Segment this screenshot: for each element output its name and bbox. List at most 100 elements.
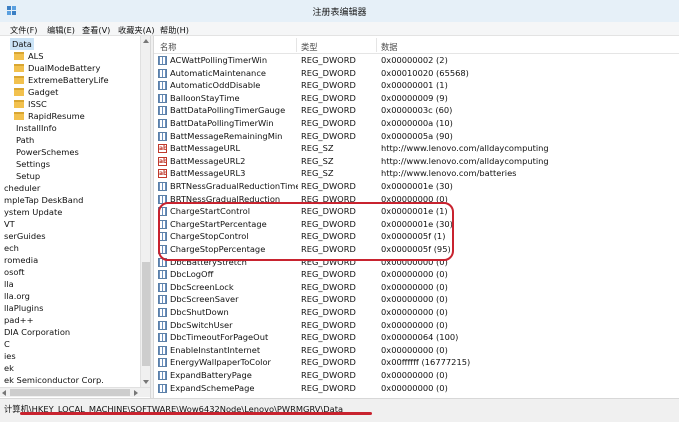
value-row[interactable]: ab BattMessageURL2 REG_SZ http://www.lenovo… (154, 155, 679, 168)
value-row[interactable]: DbcScreenLock REG_DWORD 0x00000000 (0) (154, 281, 679, 294)
tree-item-label: llaPlugins (4, 303, 44, 313)
value-type: REG_DWORD (301, 382, 356, 393)
value-row[interactable]: DbcLogOff REG_DWORD 0x00000000 (0) (154, 268, 679, 281)
scrollbar-thumb[interactable] (10, 389, 130, 396)
value-name: ChargeStopControl (170, 231, 249, 242)
scroll-up-arrow-icon[interactable] (143, 39, 149, 43)
tree-item-label: VT (4, 219, 15, 229)
value-name: BattMessageURL (170, 143, 241, 154)
tree-item-label: ies (4, 351, 16, 361)
scroll-left-arrow-icon[interactable] (2, 390, 6, 396)
scroll-right-arrow-icon[interactable] (134, 390, 138, 396)
value-data: http://www.lenovo.com/alldaycomputing (381, 143, 549, 154)
value-type: REG_DWORD (301, 206, 356, 217)
value-type: REG_DWORD (301, 307, 356, 317)
list-header: 名称 类型 数据 (154, 36, 679, 54)
value-name: ExpandSchemePage (170, 382, 255, 393)
column-header-name[interactable]: 名称 (160, 41, 177, 53)
value-row[interactable]: BattDataPollingTimerGauge REG_DWORD 0x0000… (154, 104, 679, 117)
value-name: AutomaticOddDisable (170, 80, 261, 91)
value-list[interactable]: 名称 类型 数据 ACWattPollingTimerWin REG_DWORD 0… (154, 36, 679, 398)
scrollbar-thumb[interactable] (142, 262, 150, 366)
tree-item-label: ek Semiconductor Corp. (4, 375, 104, 385)
binary-value-icon (158, 119, 167, 128)
value-row[interactable]: DbcSwitchUser REG_DWORD 0x00000000 (0) (154, 319, 679, 332)
value-row[interactable]: EnableInstantInternet REG_DWORD 0x00000000… (154, 344, 679, 357)
status-bar: 计算机\HKEY_LOCAL_MACHINE\SOFTWARE\Wow6432N… (0, 398, 679, 422)
value-row[interactable]: ExpandSchemePage REG_DWORD 0x00000000 (0) (154, 382, 679, 395)
value-type: REG_DWORD (301, 370, 356, 380)
value-data: 0x00010020 (65568) (381, 67, 469, 78)
value-row[interactable]: DbcShutDown REG_DWORD 0x00000000 (0) (154, 306, 679, 319)
value-type: REG_SZ (301, 168, 334, 179)
column-header-data[interactable]: 数据 (381, 41, 398, 53)
binary-value-icon (158, 383, 167, 393)
value-type: REG_DWORD (301, 344, 356, 355)
menu-favorites[interactable]: 收藏夹(A) (118, 24, 155, 36)
value-row[interactable]: ChargeStopControl REG_DWORD 0x0000005f (1) (154, 230, 679, 243)
binary-value-icon (158, 282, 167, 292)
tree-item-label: Settings (16, 159, 51, 169)
window-title: 注册表编辑器 (312, 8, 367, 18)
value-row[interactable]: ChargeStartPercentage REG_DWORD 0x0000001e… (154, 218, 679, 231)
folder-icon (14, 64, 24, 72)
value-data: 0x0000005f (1) (381, 231, 446, 242)
menu-help[interactable]: 帮助(H) (160, 24, 189, 36)
menu-file[interactable]: 文件(F) (10, 24, 37, 36)
value-row[interactable]: DbcBatteryStretch REG_DWORD 0x00000000 (0) (154, 256, 679, 269)
value-row[interactable]: ExpandBatteryPage REG_DWORD 0x00000000 (0) (154, 369, 679, 382)
folder-icon (14, 76, 24, 84)
value-name: DbcScreenSaver (170, 294, 239, 305)
registry-key-tree[interactable]: Data ALS DualModeBattery ExtremeBatteryL… (0, 36, 150, 398)
binary-value-icon (158, 194, 167, 204)
tree-vertical-scrollbar[interactable] (140, 36, 150, 388)
annotation-underline (20, 412, 372, 415)
value-row[interactable]: BRTNessGradualReductionTimer REG_DWORD 0x0… (154, 180, 679, 193)
tree-item-label: serGuides (4, 231, 46, 241)
value-name: DbcScreenLock (170, 281, 234, 292)
tree-item-label: PowerSchemes (16, 147, 79, 157)
value-type: REG_DWORD (301, 357, 356, 368)
value-row[interactable]: AutomaticMaintenance REG_DWORD 0x00010020 … (154, 67, 679, 80)
menu-view[interactable]: 查看(V) (82, 24, 110, 36)
tree-item-label: InstallInfo (16, 123, 57, 133)
tree-item-label: ExtremeBatteryLife (28, 75, 109, 85)
column-header-type[interactable]: 类型 (301, 41, 318, 53)
value-row[interactable]: DbcTimeoutForPageOut REG_DWORD 0x00000064 … (154, 331, 679, 344)
value-name: BattMessageRemainingMin (170, 130, 283, 141)
tree-item-label: Gadget (28, 87, 59, 97)
value-data: 0x00000000 (0) (381, 382, 448, 393)
value-type: REG_DWORD (301, 55, 356, 65)
value-row[interactable]: AutomaticOddDisable REG_DWORD 0x00000001 (… (154, 79, 679, 92)
value-row[interactable]: BattMessageRemainingMin REG_DWORD 0x000000… (154, 130, 679, 143)
value-row[interactable]: ChargeStartControl REG_DWORD 0x0000001e (1… (154, 205, 679, 218)
tree-item-label: Setup (16, 171, 41, 181)
scroll-down-arrow-icon[interactable] (143, 380, 149, 384)
value-type: REG_DWORD (301, 118, 356, 128)
value-row[interactable]: ACWattPollingTimerWin REG_DWORD 0x00000002… (154, 54, 679, 67)
tree-item-label: lla.org (4, 291, 30, 301)
value-data: http://www.lenovo.com/alldaycomputing (381, 155, 549, 166)
value-data: 0x00ffffff (16777215) (381, 357, 471, 368)
binary-value-icon (158, 320, 167, 330)
value-type: REG_DWORD (301, 80, 356, 91)
value-row[interactable]: ab BattMessageURL REG_SZ http://www.lenovo.… (154, 142, 679, 155)
tree-horizontal-scrollbar[interactable] (0, 387, 150, 397)
value-name: ChargeStopPercentage (170, 244, 266, 254)
binary-value-icon (158, 245, 167, 254)
value-row[interactable]: BattDataPollingTimerWin REG_DWORD 0x000000… (154, 117, 679, 130)
value-row[interactable]: EnergyWallpaperToColor REG_DWORD 0x00fffff… (154, 356, 679, 369)
value-name: BattMessageURL3 (170, 168, 246, 179)
value-data: 0x00000000 (0) (381, 370, 448, 380)
value-row[interactable]: ChargeStopPercentage REG_DWORD 0x0000005f … (154, 243, 679, 256)
value-row[interactable]: BalloonStayTime REG_DWORD 0x00000009 (9) (154, 92, 679, 105)
menu-edit[interactable]: 编辑(E) (47, 24, 75, 36)
column-divider[interactable] (296, 38, 297, 52)
column-divider[interactable] (376, 38, 377, 52)
value-row[interactable]: BRTNessGradualReduction REG_DWORD 0x000000… (154, 193, 679, 206)
value-row[interactable]: ab BattMessageURL3 REG_SZ http://www.lenovo… (154, 167, 679, 180)
value-type: REG_DWORD (301, 332, 356, 343)
folder-icon (14, 88, 24, 96)
value-type: REG_DWORD (301, 281, 356, 292)
value-row[interactable]: DbcScreenSaver REG_DWORD 0x00000000 (0) (154, 293, 679, 306)
